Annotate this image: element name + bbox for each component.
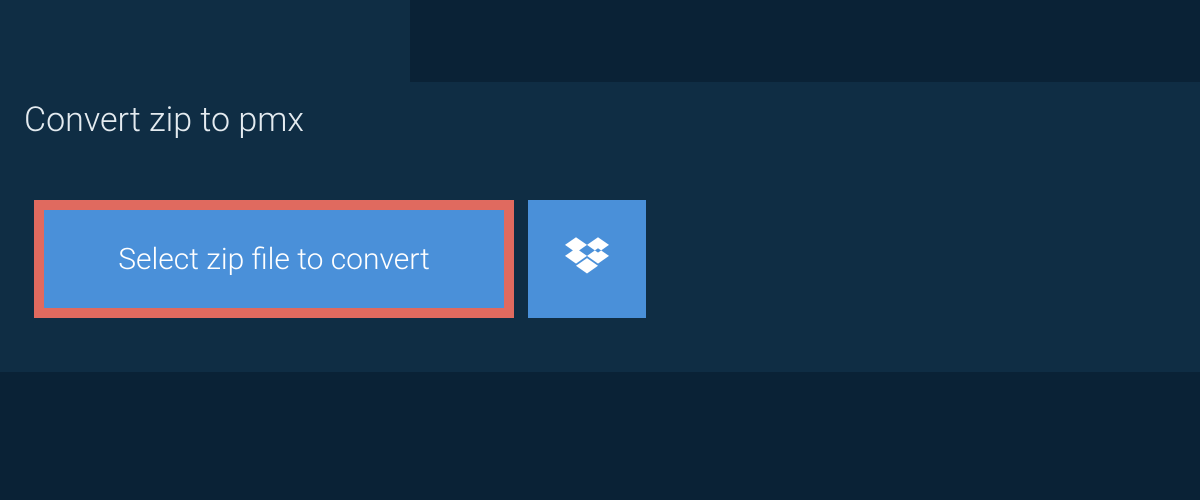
select-file-button[interactable]: Select zip file to convert: [34, 200, 514, 318]
select-file-label: Select zip file to convert: [118, 242, 429, 277]
file-select-row: Select zip file to convert: [34, 200, 646, 318]
dropbox-icon: [565, 237, 609, 281]
dropbox-button[interactable]: [528, 200, 646, 318]
bottom-bar: [0, 372, 1200, 500]
page-title: Convert zip to pmx: [24, 100, 304, 140]
